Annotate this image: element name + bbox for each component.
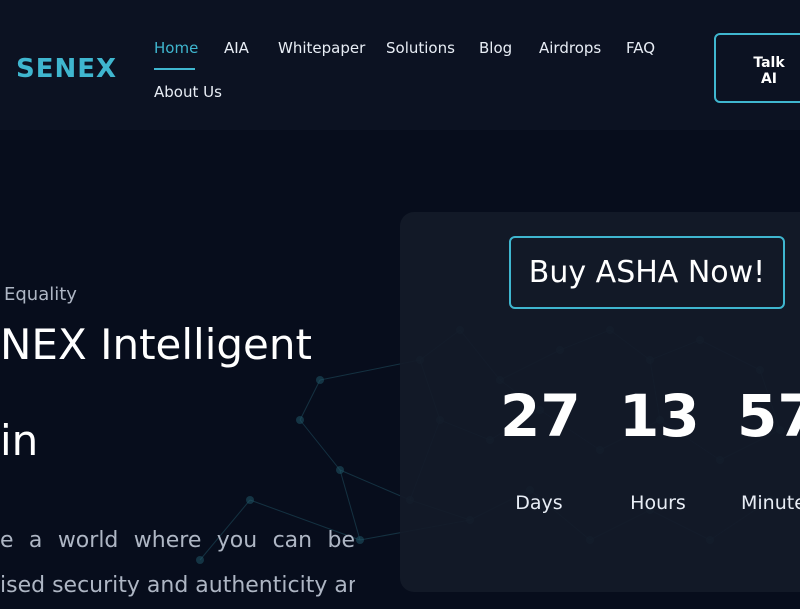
nav-home[interactable]: Home (154, 39, 198, 57)
network-node (356, 536, 364, 544)
nav-active-underline (154, 68, 195, 70)
site-header: SENEX Home AIA Whitepaper Solutions Blog… (0, 0, 800, 130)
network-link (299, 379, 321, 421)
network-node (296, 416, 304, 424)
countdown-hours-label: Hours (630, 492, 686, 514)
countdown-days-value: 27 (500, 382, 581, 450)
talk-button-line2: AI (760, 71, 778, 87)
nav-airdrops[interactable]: Airdrops (539, 39, 601, 57)
nav-solutions[interactable]: Solutions (386, 39, 455, 57)
network-link (299, 419, 341, 471)
logo[interactable]: SENEX (16, 54, 117, 84)
countdown-hours-value: 13 (619, 382, 700, 450)
nav-blog[interactable]: Blog (479, 39, 512, 57)
network-node (336, 466, 344, 474)
nav-whitepaper[interactable]: Whitepaper (278, 39, 365, 57)
countdown-days-label: Days (515, 492, 563, 514)
talk-button-line1: Talk (753, 55, 785, 71)
nav-faq[interactable]: FAQ (626, 39, 655, 57)
countdown-minutes-value: 57 (737, 382, 800, 450)
talk-to-ai-button[interactable]: Talk AI (714, 33, 800, 103)
hero-description-line1: e a world where you can be (0, 528, 355, 553)
nav-aia[interactable]: AIA (224, 39, 249, 57)
hero-description-line2: ised security and authenticity and (0, 573, 355, 598)
hero-kicker: Equality (4, 284, 77, 305)
hero-title-line1: NEX Intelligent (0, 320, 312, 369)
hero-title-line2: in (0, 416, 39, 465)
network-node (316, 376, 324, 384)
network-node (246, 496, 254, 504)
buy-asha-button[interactable]: Buy ASHA Now! (509, 236, 785, 309)
countdown-minutes-label: Minutes (741, 492, 800, 514)
nav-about[interactable]: About Us (154, 83, 222, 101)
